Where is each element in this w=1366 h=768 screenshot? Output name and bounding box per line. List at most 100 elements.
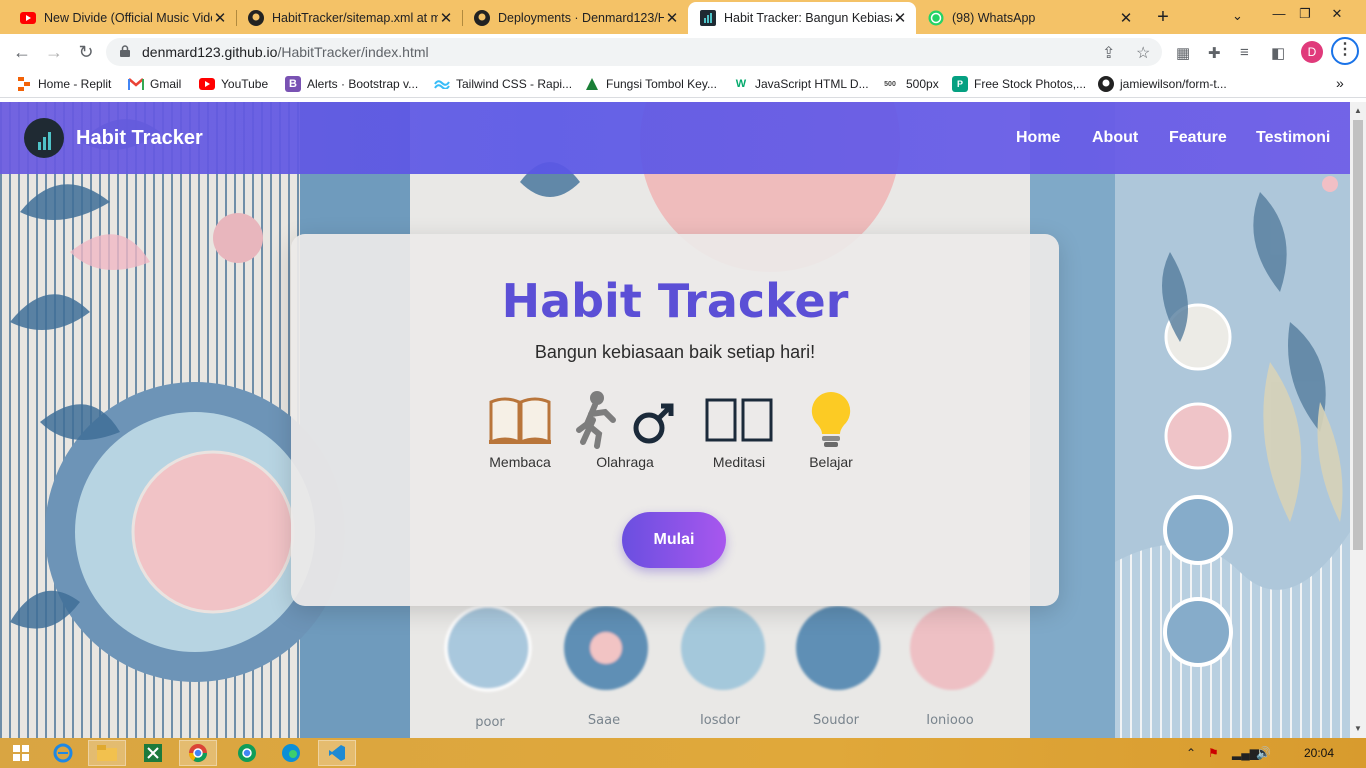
bookmark-label: Alerts · Bootstrap v... xyxy=(307,77,419,91)
puzzle-icon[interactable]: ✚ xyxy=(1208,44,1221,62)
close-icon[interactable]: ✕ xyxy=(664,9,680,27)
forward-arrow-icon[interactable]: → xyxy=(42,40,66,64)
windows-start-icon[interactable] xyxy=(2,740,40,766)
habit-label: Olahraga xyxy=(596,454,654,470)
bookmark-item[interactable]: P Free Stock Photos,... xyxy=(952,76,1086,92)
new-tab-plus-icon[interactable]: + xyxy=(1152,6,1174,29)
keyboard-site-icon xyxy=(584,76,600,92)
browser-tab-strip: New Divide (Official Music Vide ✕ HabitT… xyxy=(0,0,1366,34)
site-logo[interactable] xyxy=(24,118,64,158)
habit-label: Belajar xyxy=(809,454,853,470)
nav-testimoni[interactable]: Testimoni xyxy=(1256,129,1330,147)
habit-item-meditasi: Meditasi xyxy=(699,390,779,470)
reload-icon[interactable]: ↻ xyxy=(74,40,98,64)
bookmark-item[interactable]: Tailwind CSS - Rapi... xyxy=(434,76,572,92)
tailwind-icon xyxy=(434,76,450,92)
restore-icon[interactable]: ❐ xyxy=(1290,0,1320,30)
nav-feature[interactable]: Feature xyxy=(1169,129,1227,147)
w3schools-icon: W xyxy=(735,78,747,90)
tab-title: New Divide (Official Music Vide xyxy=(44,11,212,25)
window-close-icon[interactable]: ✕ xyxy=(1322,0,1352,30)
side-panel-icon[interactable]: ◧ xyxy=(1271,44,1285,62)
habit-tracker-icon xyxy=(700,10,716,26)
bookmark-label: 500px xyxy=(906,77,939,91)
running-man-icon xyxy=(573,390,677,450)
kebab-menu-icon[interactable]: ⋮ xyxy=(1331,37,1359,65)
bootstrap-icon: B xyxy=(285,76,301,92)
media-queue-icon[interactable]: ≡ xyxy=(1240,44,1249,61)
scrollbar-thumb[interactable] xyxy=(1353,120,1363,550)
browser-tab[interactable]: New Divide (Official Music Vide ✕ xyxy=(8,2,236,34)
taskbar-clock[interactable]: 20:04 xyxy=(1304,746,1334,760)
close-icon[interactable]: ✕ xyxy=(892,9,908,27)
bookmark-item[interactable]: YouTube xyxy=(199,76,268,92)
habit-item-olahraga: Olahraga xyxy=(573,390,677,470)
bookmark-item[interactable]: B Alerts · Bootstrap v... xyxy=(285,76,418,92)
bookmark-item[interactable]: Fungsi Tombol Key... xyxy=(584,76,717,92)
pexels-icon: P xyxy=(952,76,968,92)
close-icon[interactable]: ✕ xyxy=(438,9,454,27)
share-icon[interactable]: ⇪ xyxy=(1102,43,1115,63)
bookmarks-bar: Home - Replit Gmail YouTube B Alerts · B… xyxy=(0,70,1366,98)
scroll-down-icon[interactable]: ▼ xyxy=(1354,724,1362,733)
network-warning-icon[interactable]: ⚑ xyxy=(1208,746,1219,760)
chevron-up-icon[interactable]: ⌃ xyxy=(1186,746,1196,760)
scroll-up-icon[interactable]: ▲ xyxy=(1354,106,1362,115)
profile-avatar[interactable]: D xyxy=(1301,41,1323,63)
bookmark-label: Gmail xyxy=(150,77,182,91)
volume-icon[interactable]: 🔊 xyxy=(1256,746,1271,760)
gmail-icon xyxy=(128,76,144,92)
url-path: /HabitTracker/index.html xyxy=(277,44,429,60)
svg-text:Soudor: Soudor xyxy=(813,713,860,728)
nav-about[interactable]: About xyxy=(1092,129,1138,147)
excel-icon[interactable] xyxy=(134,740,172,766)
open-book-icon xyxy=(485,390,555,450)
star-icon[interactable]: ☆ xyxy=(1136,43,1150,63)
internet-explorer-icon[interactable] xyxy=(44,740,82,766)
tab-title: Habit Tracker: Bangun Kebiasa xyxy=(724,11,892,25)
svg-text:poor: poor xyxy=(475,715,505,730)
bookmark-item[interactable]: Gmail xyxy=(128,76,181,92)
back-arrow-icon[interactable]: ← xyxy=(10,40,34,64)
hero-title: Habit Tracker xyxy=(501,274,849,328)
habit-label: Membaca xyxy=(489,454,551,470)
browser-tab[interactable]: Deployments · Denmard123/H ✕ xyxy=(462,2,688,34)
edge-icon[interactable] xyxy=(272,740,310,766)
tab-title: (98) WhatsApp xyxy=(952,11,1036,25)
web-page: poor Saae Iosdor Soudor Ioniooo Habit Tr… xyxy=(0,102,1350,738)
vscode-icon[interactable] xyxy=(318,740,356,766)
bookmark-item[interactable]: W JavaScript HTML D... xyxy=(733,76,869,92)
file-explorer-icon[interactable] xyxy=(88,740,126,766)
lock-icon xyxy=(120,45,130,57)
close-icon[interactable]: ✕ xyxy=(212,9,228,27)
chrome-profile-icon[interactable] xyxy=(228,740,266,766)
github-icon xyxy=(1098,76,1114,92)
hero-subtitle: Bangun kebiasaan baik setiap hari! xyxy=(534,342,816,362)
signal-icon[interactable]: ▂▄▆ xyxy=(1232,746,1259,760)
whatsapp-icon xyxy=(928,10,944,26)
site-brand[interactable]: Habit Tracker xyxy=(76,127,203,150)
address-bar[interactable]: denmard123.github.io/HabitTracker/index.… xyxy=(106,38,1162,66)
light-bulb-icon xyxy=(797,390,865,450)
page-scrollbar[interactable]: ▲ ▼ xyxy=(1350,102,1366,738)
mulai-button[interactable]: Mulai xyxy=(622,512,726,568)
browser-tab[interactable]: (98) WhatsApp ✕ xyxy=(916,2,1142,34)
extension-grid-icon[interactable]: ▦ xyxy=(1176,44,1190,62)
close-icon[interactable]: ✕ xyxy=(1118,9,1134,27)
bookmark-item[interactable]: 500 500px xyxy=(880,76,939,92)
browser-tab-active[interactable]: Habit Tracker: Bangun Kebiasa ✕ xyxy=(688,2,916,34)
nav-home[interactable]: Home xyxy=(1016,129,1060,147)
windows-taskbar: ⌃ ⚑ ▂▄▆ 🔊 20:04 xyxy=(0,738,1366,768)
github-icon xyxy=(248,10,264,26)
bookmark-item[interactable]: jamiewilson/form-t... xyxy=(1098,76,1227,92)
tab-title: Deployments · Denmard123/H xyxy=(498,11,664,25)
chevron-down-icon[interactable]: ⌄ xyxy=(1232,8,1243,24)
bookmark-label: Home - Replit xyxy=(38,77,112,91)
chevron-double-right-icon[interactable]: » xyxy=(1336,75,1344,91)
browser-toolbar: ← → ↻ denmard123.github.io/HabitTracker/… xyxy=(0,34,1366,70)
chrome-icon[interactable] xyxy=(179,740,217,766)
github-icon xyxy=(474,10,490,26)
browser-tab[interactable]: HabitTracker/sitemap.xml at m ✕ xyxy=(236,2,462,34)
bookmark-item[interactable]: Home - Replit xyxy=(16,76,111,92)
tab-title: HabitTracker/sitemap.xml at m xyxy=(272,11,438,25)
